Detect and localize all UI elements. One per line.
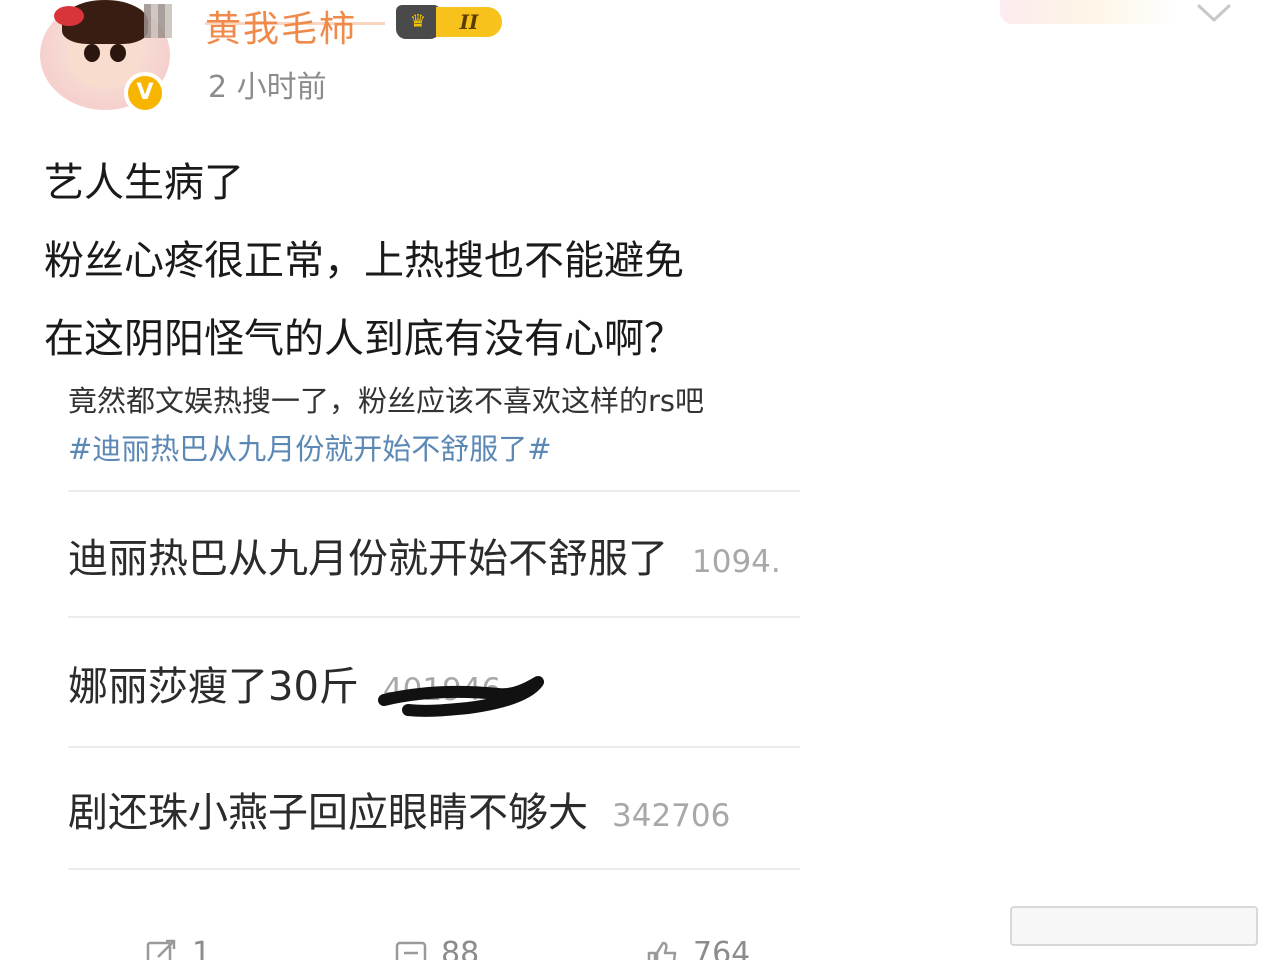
embedded-screenshot[interactable]: 竟然都文娱热搜一了，粉丝应该不喜欢这样的rs吧 #迪丽热巴从九月份就开始不舒服了… bbox=[68, 370, 808, 880]
rank-badge[interactable]: ♛ II bbox=[396, 4, 508, 40]
repost-button[interactable]: 1 bbox=[146, 936, 211, 960]
weibo-post-screenshot: V 黄我毛柿 ♛ II 2 小时前 艺人生病了 粉丝心疼很正常，上热搜也不能避免… bbox=[0, 0, 1270, 960]
post-line: 艺人生病了 bbox=[44, 160, 244, 206]
username[interactable]: 黄我毛柿 bbox=[205, 0, 357, 50]
embed-caption: 竟然都文娱热搜一了，粉丝应该不喜欢这样的rs吧 bbox=[68, 384, 705, 418]
divider bbox=[68, 490, 800, 492]
comment-count: 88 bbox=[441, 936, 480, 960]
repost-icon bbox=[146, 939, 176, 960]
chevron-down-icon[interactable] bbox=[1196, 0, 1232, 26]
comment-button[interactable]: 88 bbox=[395, 936, 479, 960]
divider bbox=[68, 746, 800, 748]
like-button[interactable]: 764 bbox=[645, 936, 750, 960]
redaction-scribble bbox=[378, 676, 544, 717]
floating-bar[interactable] bbox=[1010, 906, 1258, 946]
avatar-bow bbox=[54, 6, 84, 26]
hot-search-count: 342706 bbox=[612, 798, 731, 834]
embed-hashtag[interactable]: #迪丽热巴从九月份就开始不舒服了# bbox=[68, 426, 552, 468]
like-count: 764 bbox=[693, 936, 751, 960]
avatar-eye-right bbox=[110, 44, 126, 62]
avatar-mosaic bbox=[144, 4, 172, 38]
repost-count: 1 bbox=[192, 936, 212, 960]
post-line: 粉丝心疼很正常，上热搜也不能避免 bbox=[44, 238, 684, 284]
comment-icon bbox=[395, 941, 427, 960]
avatar-eye-left bbox=[84, 44, 100, 62]
hot-search-row[interactable]: 剧还珠小燕子回应眼睛不够大 342706 bbox=[68, 780, 800, 840]
hot-search-row[interactable]: 迪丽热巴从九月份就开始不舒服了 1094. bbox=[68, 526, 800, 586]
verified-badge-icon: V bbox=[124, 72, 166, 114]
post-timestamp: 2 小时前 bbox=[208, 70, 327, 105]
hot-search-title: 迪丽热巴从九月份就开始不舒服了 bbox=[68, 536, 668, 582]
crown-icon: ♛ bbox=[396, 5, 440, 39]
hot-search-title: 剧还珠小燕子回应眼睛不够大 bbox=[68, 790, 588, 836]
post-line: 在这阴阳怪气的人到底有没有心啊？ bbox=[44, 316, 684, 362]
divider bbox=[68, 616, 800, 618]
username-redaction bbox=[205, 22, 385, 25]
rank-level: II bbox=[436, 7, 502, 37]
post-text: 艺人生病了 粉丝心疼很正常，上热搜也不能避免 在这阴阳怪气的人到底有没有心啊？ bbox=[44, 144, 844, 378]
divider bbox=[68, 868, 800, 870]
hot-search-title: 娜丽莎瘦了30斤 bbox=[68, 664, 359, 710]
hot-search-count: 1094. bbox=[692, 544, 781, 580]
decorative-stickers bbox=[1000, 0, 1180, 24]
thumbs-up-icon bbox=[647, 941, 677, 960]
